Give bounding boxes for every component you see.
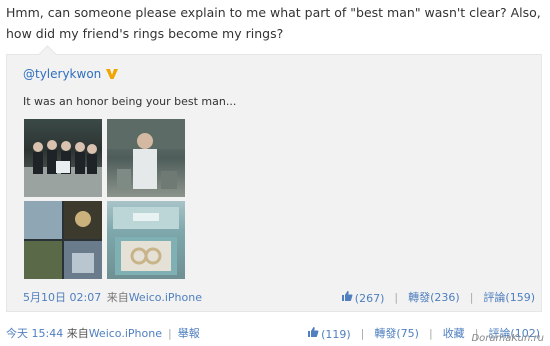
watermark: DoramaKun.ru [471, 333, 544, 344]
divider: | [428, 326, 433, 340]
photo-thumbnail-groom[interactable] [107, 119, 185, 197]
repost-source[interactable]: Weico.iPhone [129, 291, 202, 304]
comment-count: (159) [505, 291, 535, 304]
collect-button[interactable]: 收藏 [443, 325, 465, 341]
divider: | [469, 290, 474, 304]
repost-comment-button[interactable]: 評論(159) [483, 289, 535, 305]
divider: | [360, 326, 365, 340]
repost-source-prefix: 来自 [106, 291, 129, 304]
post-source[interactable]: Weico.iPhone [89, 327, 162, 340]
post-meta: 今天 15:44 来自Weico.iPhone | 舉報 [6, 325, 200, 341]
repost-author[interactable]: @tylerykwon [23, 67, 119, 81]
divider: | [167, 327, 172, 340]
comment-label: 評論 [483, 291, 506, 304]
repost-like-count: (267) [354, 291, 385, 305]
divider: | [394, 290, 399, 304]
like-count: (119) [321, 327, 351, 341]
repost-card: @tylerykwon It was an honor being your b… [6, 45, 542, 312]
forward-label: 轉發 [408, 291, 431, 304]
repost-caret [38, 45, 57, 64]
thumbs-up-icon [308, 326, 319, 337]
forward-count: (236) [430, 291, 460, 304]
photo-thumbnail-rings[interactable] [107, 201, 185, 279]
post-time[interactable]: 今天 15:44 [6, 327, 63, 340]
post-source-prefix: 来自 [66, 327, 89, 340]
repost-forward-button[interactable]: 轉發(236) [408, 289, 460, 305]
forward-count: (75) [396, 327, 419, 340]
forward-label: 轉發 [374, 327, 397, 340]
repost-text: It was an honor being your best man... [23, 95, 237, 108]
like-button[interactable]: (119) [307, 326, 351, 341]
photo-thumbnail-group[interactable] [24, 119, 102, 197]
post-text: Hmm, can someone please explain to me wh… [6, 5, 541, 41]
repost-meta: 5月10日 02:07 来自Weico.iPhone [23, 289, 202, 305]
repost-like-button[interactable]: (267) [341, 290, 385, 305]
verified-badge-icon [106, 69, 119, 79]
forward-button[interactable]: 轉發(75) [374, 325, 419, 341]
repost-stats: (267) | 轉發(236) | 評論(159) [341, 289, 535, 305]
thumbs-up-icon [341, 290, 353, 301]
author-name[interactable]: @tylerykwon [23, 67, 101, 81]
repost-date[interactable]: 5月10日 02:07 [23, 291, 101, 304]
photo-thumbnail-collage[interactable] [24, 201, 102, 279]
report-link[interactable]: 舉報 [178, 327, 200, 340]
